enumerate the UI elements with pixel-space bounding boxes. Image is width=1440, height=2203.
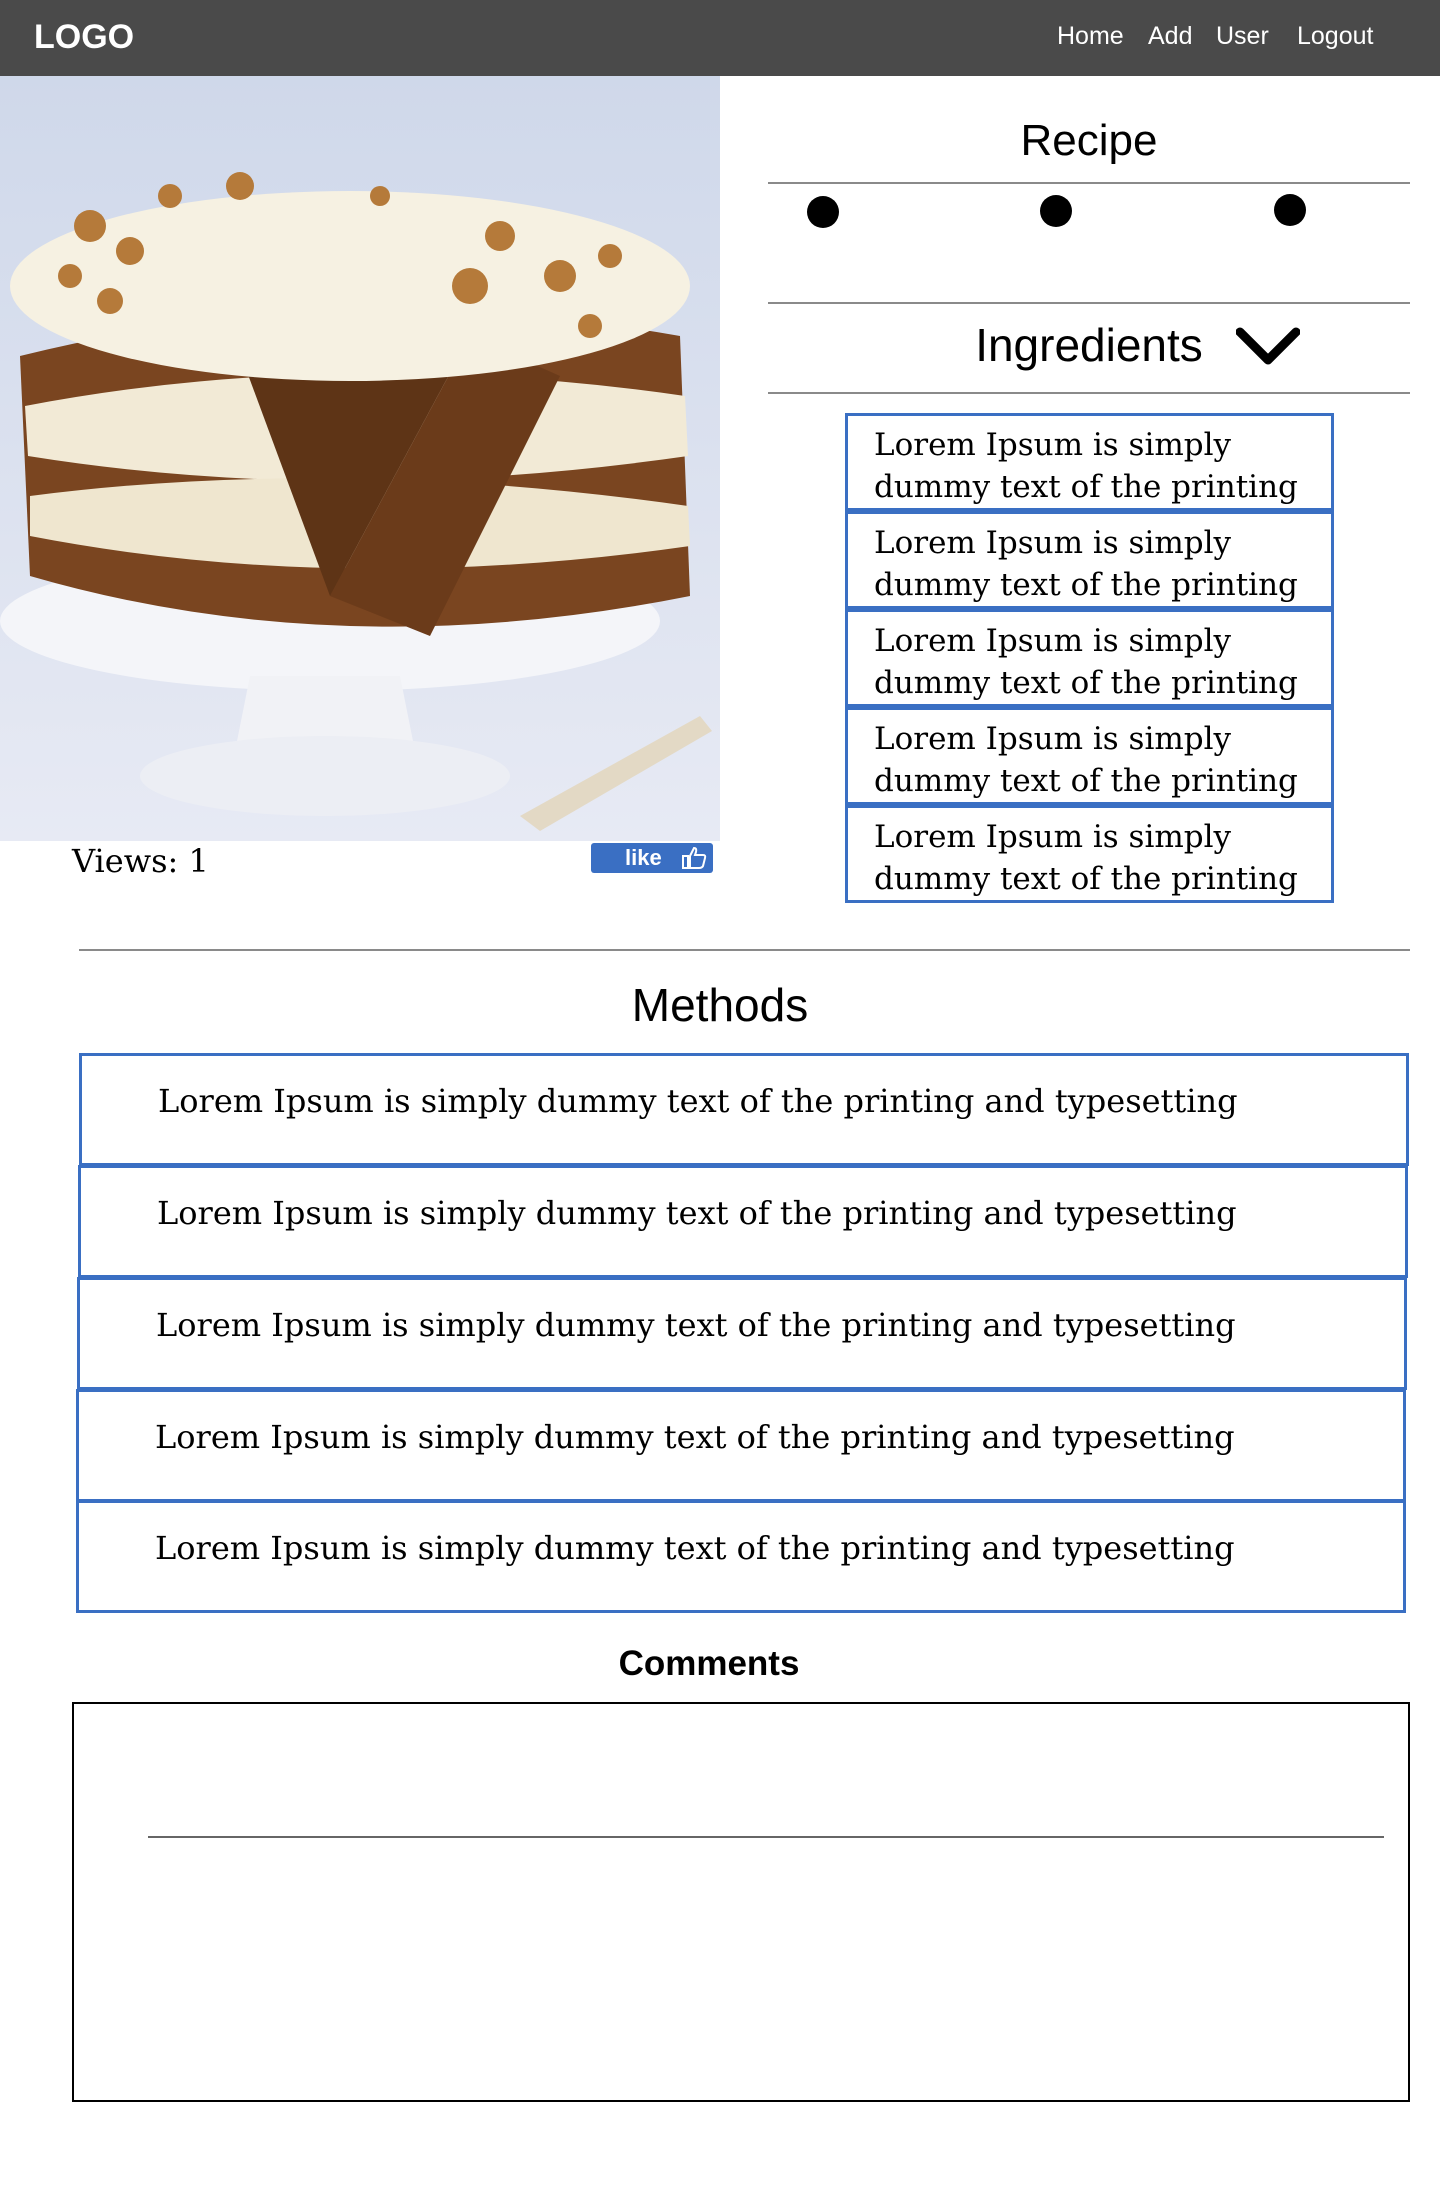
methods-title: Methods: [631, 979, 809, 1031]
ingredient-item: Lorem Ipsum is simply dummy text of the …: [845, 707, 1334, 805]
method-step: Lorem Ipsum is simply dummy text of the …: [76, 1500, 1406, 1613]
carousel-dot-3[interactable]: [1274, 194, 1306, 226]
recipe-image: [0, 76, 720, 841]
like-button[interactable]: like: [591, 843, 713, 873]
ingredient-item: Lorem Ipsum is simply dummy text of the …: [845, 511, 1334, 609]
like-label: like: [625, 845, 662, 870]
carousel-dot-2[interactable]: [1040, 195, 1072, 227]
nav-logout-link[interactable]: Logout: [1297, 22, 1373, 51]
divider: [768, 302, 1410, 304]
views-count: Views: 1: [72, 842, 209, 880]
ingredient-item: Lorem Ipsum is simply dummy text of the …: [845, 609, 1334, 707]
method-step: Lorem Ipsum is simply dummy text of the …: [78, 1165, 1408, 1278]
ingredient-item: Lorem Ipsum is simply dummy text of the …: [845, 805, 1334, 903]
chevron-down-icon[interactable]: [1235, 324, 1301, 373]
method-step: Lorem Ipsum is simply dummy text of the …: [77, 1277, 1407, 1390]
comments-box[interactable]: [72, 1702, 1410, 2102]
divider: [768, 392, 1410, 394]
nav-home-link[interactable]: Home: [1057, 22, 1124, 51]
top-navbar: LOGO Home Add User Logout: [0, 0, 1440, 76]
nav-add-link[interactable]: Add: [1148, 22, 1192, 51]
method-step: Lorem Ipsum is simply dummy text of the …: [79, 1053, 1409, 1166]
divider: [768, 182, 1410, 184]
divider: [79, 949, 1410, 951]
ingredient-item: Lorem Ipsum is simply dummy text of the …: [845, 413, 1334, 511]
ingredients-title: Ingredients: [975, 319, 1203, 371]
recipe-title: Recipe: [1020, 116, 1158, 165]
logo[interactable]: LOGO: [34, 18, 134, 57]
nav-user-link[interactable]: User: [1216, 22, 1269, 51]
thumbs-up-icon: [681, 846, 707, 878]
carousel-dot-1[interactable]: [807, 196, 839, 228]
method-step: Lorem Ipsum is simply dummy text of the …: [76, 1389, 1406, 1502]
comments-title: Comments: [618, 1644, 800, 1683]
comment-divider: [148, 1836, 1384, 1838]
